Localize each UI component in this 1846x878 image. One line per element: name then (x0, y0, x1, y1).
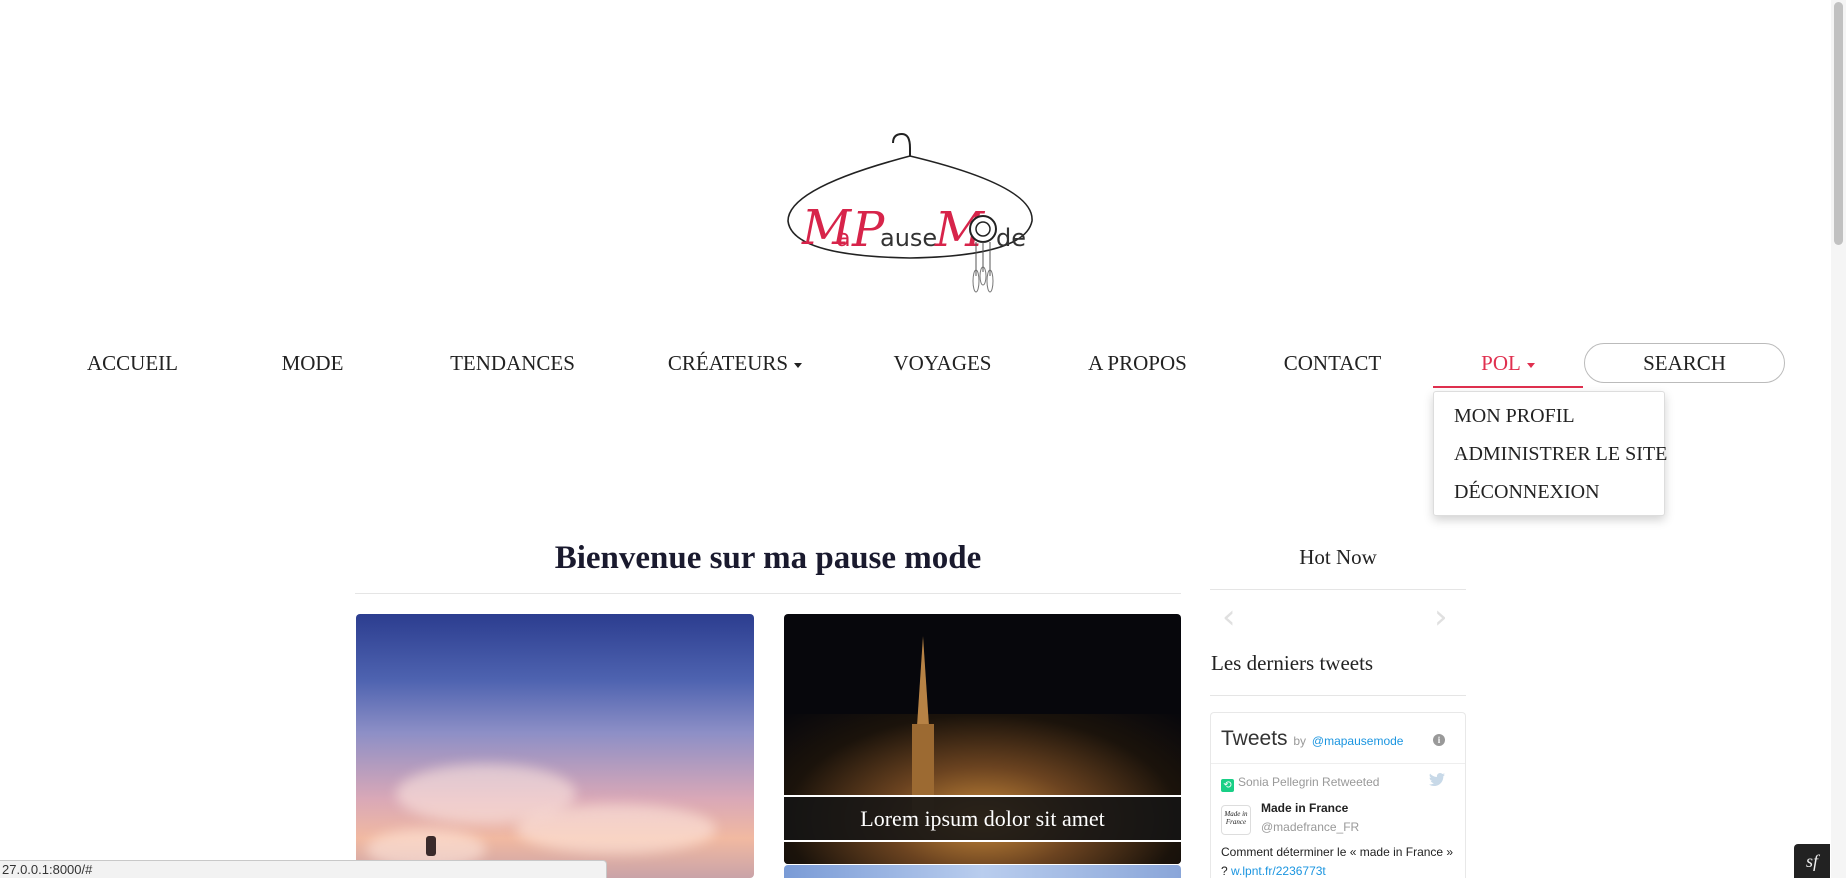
nav-accueil[interactable]: ACCUEIL (75, 340, 190, 388)
card-caption[interactable]: Lorem ipsum dolor sit amet (784, 795, 1181, 842)
widget-by: by (1293, 734, 1307, 748)
site-logo[interactable]: M a P ause M de (780, 126, 1040, 296)
nav-user-pol[interactable]: POL (1433, 340, 1583, 388)
retweet-text[interactable]: Sonia Pellegrin Retweeted (1238, 775, 1379, 789)
browser-status-bar: 27.0.0.1:8000/# (0, 860, 607, 878)
title-divider (355, 593, 1181, 594)
page-title: Bienvenue sur ma pause mode (554, 540, 982, 576)
tweets-heading: Les derniers tweets (1211, 651, 1374, 675)
tweet-link[interactable]: w.lpnt.fr/2236773t (1231, 864, 1326, 878)
scrollbar-thumb[interactable] (1834, 2, 1843, 245)
nav-createurs[interactable]: CRÉATEURS (665, 340, 805, 388)
menu-item-deconnexion[interactable]: DÉCONNEXION (1454, 481, 1600, 504)
tweet-author-avatar[interactable]: Made in France (1221, 805, 1251, 835)
nav-a-propos[interactable]: A PROPOS (1085, 340, 1190, 388)
widget-title: Tweets (1221, 727, 1288, 750)
nav-tendances[interactable]: TENDANCES (450, 340, 575, 388)
widget-handle-link[interactable]: @mapausemode (1312, 734, 1404, 748)
symfony-icon[interactable]: sf (1794, 844, 1830, 878)
article-card-sky[interactable] (356, 614, 754, 878)
chevron-left-icon[interactable]: ‹ (1222, 600, 1246, 634)
svg-text:de: de (996, 224, 1026, 252)
info-icon[interactable]: i (1433, 734, 1445, 746)
retweet-icon: ⟲ (1221, 779, 1234, 792)
tweet-author-name[interactable]: Made in France (1261, 801, 1348, 815)
caret-down-icon (794, 362, 803, 368)
menu-item-mon-profil[interactable]: MON PROFIL (1454, 405, 1575, 428)
widget-header: Tweets by @mapausemode (1221, 727, 1403, 751)
hot-now-divider (1210, 589, 1466, 590)
user-dropdown-menu: MON PROFIL ADMINISTRER LE SITE DÉCONNEXI… (1433, 391, 1667, 516)
twitter-bird-icon[interactable] (1429, 773, 1447, 787)
article-card-next[interactable] (784, 865, 1181, 878)
search-button[interactable]: SEARCH (1584, 343, 1785, 383)
widget-divider (1211, 763, 1465, 764)
nav-user-label: POL (1481, 351, 1521, 375)
svg-text:a: a (836, 224, 851, 252)
nav-voyages[interactable]: VOYAGES (890, 340, 995, 388)
nav-createurs-label: CRÉATEURS (667, 351, 789, 375)
menu-item-administrer[interactable]: ADMINISTRER LE SITE (1454, 443, 1667, 466)
chevron-right-icon[interactable]: › (1434, 600, 1458, 634)
nav-contact[interactable]: CONTACT (1280, 340, 1385, 388)
svg-text:ause: ause (880, 224, 937, 252)
main-nav: ACCUEIL MODE TENDANCES CRÉATEURS VOYAGES… (0, 340, 1846, 390)
tweets-divider (1210, 695, 1466, 696)
tweet-author-username[interactable]: @madefrance_FR (1261, 820, 1359, 834)
hot-now-title: Hot Now (1299, 545, 1377, 569)
retweet-row: ⟲ Sonia Pellegrin Retweeted (1221, 775, 1379, 792)
twitter-timeline-widget: Tweets by @mapausemode i ⟲ Sonia Pellegri… (1210, 712, 1466, 878)
caret-down-icon (1526, 362, 1535, 368)
tweet-text: Comment déterminer le « made in France »… (1221, 843, 1457, 878)
nav-mode[interactable]: MODE (265, 340, 360, 388)
